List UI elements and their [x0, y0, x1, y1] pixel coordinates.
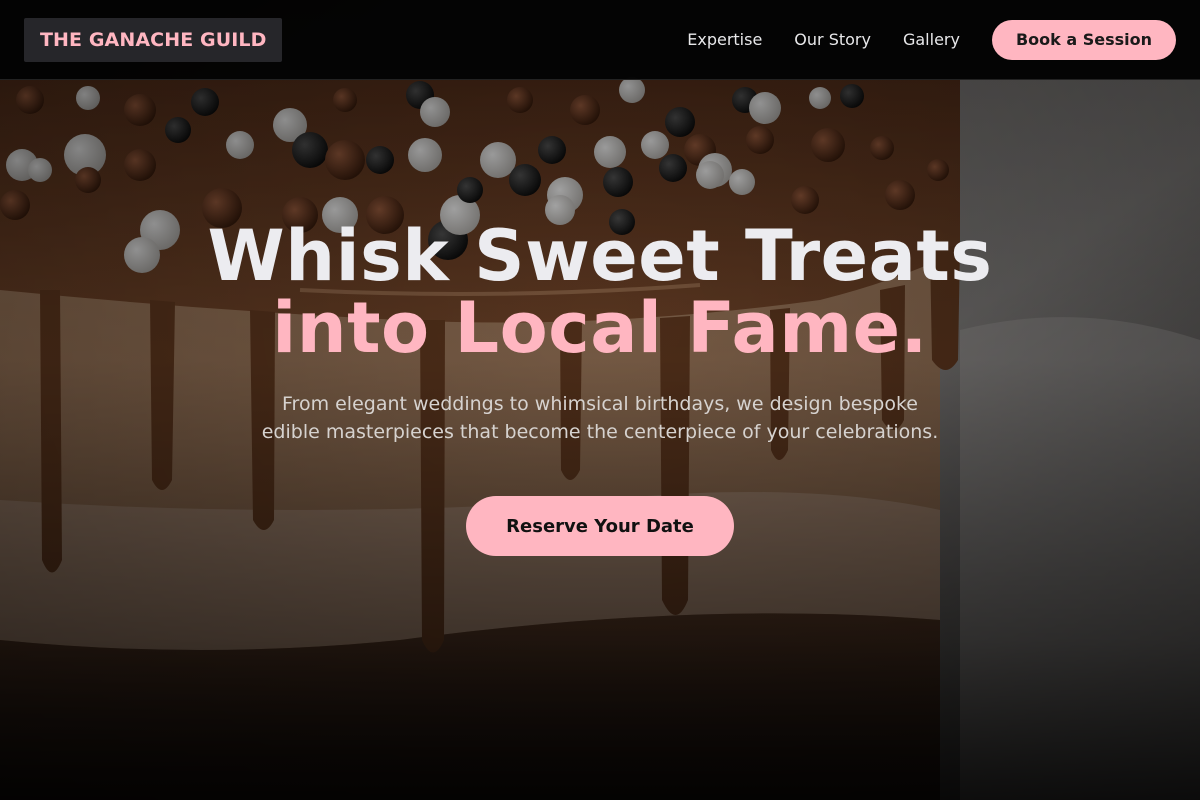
book-session-button[interactable]: Book a Session [991, 19, 1176, 60]
brand-logo[interactable]: THE GANACHE GUILD [24, 17, 283, 62]
top-navbar: THE GANACHE GUILD Expertise Our Story Ga… [0, 0, 1200, 80]
nav-link-gallery[interactable]: Gallery [903, 30, 960, 49]
headline-line-2: into Local Fame. [272, 287, 928, 369]
hero-subtitle: From elegant weddings to whimsical birth… [261, 393, 939, 443]
headline-line-1: Whisk Sweet Treats [207, 215, 993, 297]
hero-headline: Whisk Sweet Treats into Local Fame. [0, 220, 1200, 364]
nav-link-expertise[interactable]: Expertise [687, 30, 762, 49]
reserve-date-button[interactable]: Reserve Your Date [466, 496, 734, 556]
hero-content: Whisk Sweet Treats into Local Fame. From… [0, 220, 1200, 556]
nav-links: Expertise Our Story Gallery Book a Sessi… [687, 19, 1176, 60]
nav-link-our-story[interactable]: Our Story [794, 30, 871, 49]
